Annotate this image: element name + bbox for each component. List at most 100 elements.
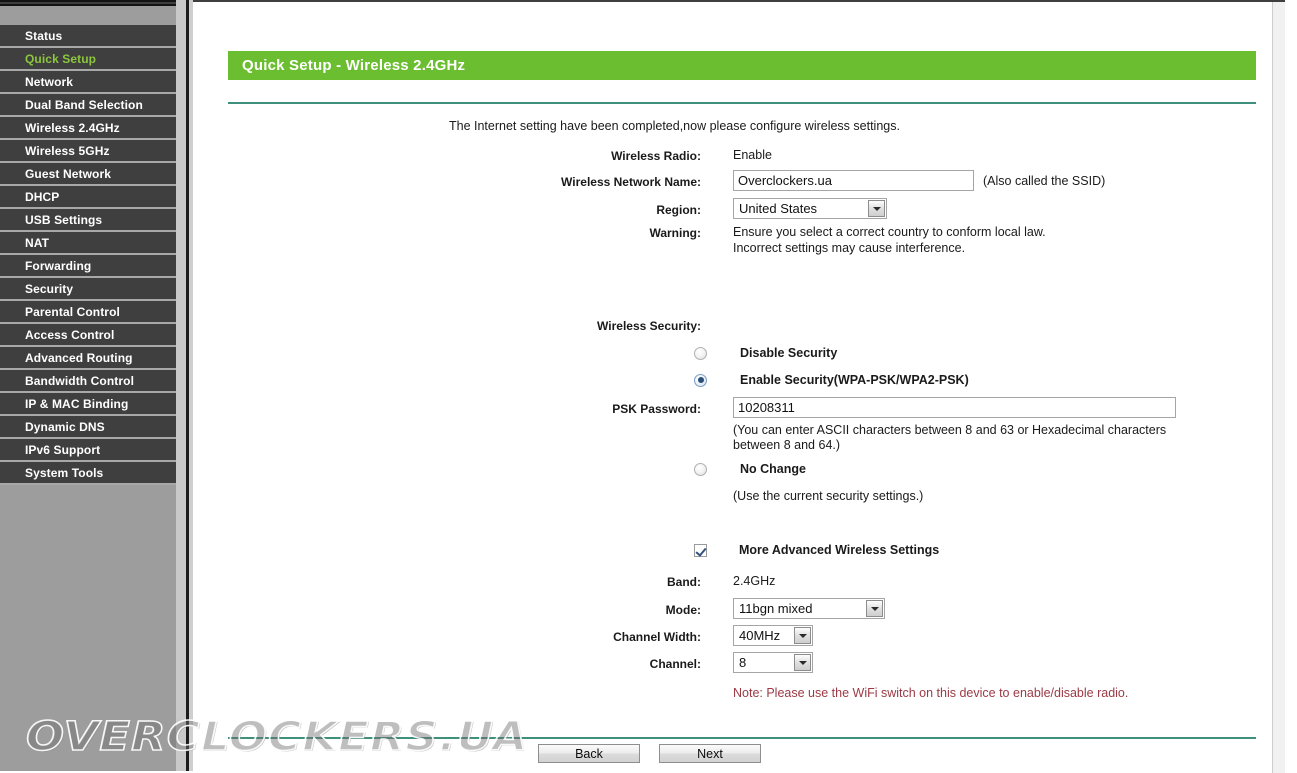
sidebar-item-system-tools[interactable]: System Tools — [0, 462, 176, 485]
intro-text: The Internet setting have been completed… — [449, 119, 900, 133]
mode-select[interactable]: 11bgn mixed — [733, 598, 885, 619]
ssid-field-group: (Also called the SSID) — [733, 170, 1105, 191]
channel-width-select-group: 40MHz — [733, 625, 813, 646]
channel-label: Channel: — [649, 656, 701, 671]
top-strip-highlight — [0, 2, 188, 4]
right-scrollbar-rail[interactable] — [1272, 2, 1285, 773]
spacer-enable — [193, 379, 694, 381]
sidebar: Status Quick Setup Network Dual Band Select… — [0, 6, 190, 771]
sidebar-item-wireless-2-4ghz[interactable]: Wireless 2.4GHz — [0, 117, 176, 140]
sidebar-item-label: DHCP — [25, 189, 60, 204]
enable-security-group: Enable Security(WPA-PSK/WPA2-PSK) — [694, 373, 969, 387]
row-enable-security: Enable Security(WPA-PSK/WPA2-PSK) — [193, 373, 1243, 387]
row-wireless-radio: Wireless Radio: Enable — [193, 147, 1243, 163]
sidebar-item-label: Advanced Routing — [25, 350, 133, 365]
row-advanced-toggle: More Advanced Wireless Settings — [193, 543, 1243, 557]
ssid-input[interactable] — [733, 170, 974, 191]
row-psk-password: PSK Password: — [193, 397, 1243, 418]
radio-no-change[interactable] — [694, 462, 707, 476]
sidebar-item-label: NAT — [25, 235, 50, 250]
sidebar-item-quick-setup[interactable]: Quick Setup — [0, 48, 176, 71]
radio-disable-security[interactable] — [694, 346, 707, 360]
sidebar-item-label: System Tools — [25, 465, 104, 480]
sidebar-item-parental-control[interactable]: Parental Control — [0, 301, 176, 324]
region-select[interactable]: United States — [733, 198, 887, 219]
sidebar-item-label: IPv6 Support — [25, 442, 101, 457]
next-button[interactable]: Next — [659, 744, 761, 763]
psk-field-group — [733, 397, 1176, 418]
disable-security-group: Disable Security — [694, 346, 837, 360]
sidebar-item-label: IP & MAC Binding — [25, 396, 129, 411]
spacer-nochange — [193, 468, 694, 470]
sidebar-item-label: Wireless 2.4GHz — [25, 120, 120, 135]
band-value: 2.4GHz — [733, 574, 776, 588]
wifi-switch-note: Note: Please use the WiFi switch on this… — [733, 686, 1129, 700]
row-mode: Mode: 11bgn mixed — [193, 598, 1243, 619]
sidebar-item-status[interactable]: Status — [0, 25, 176, 48]
sidebar-item-wireless-5ghz[interactable]: Wireless 5GHz — [0, 140, 176, 163]
wireless-radio-label: Wireless Radio: — [611, 149, 701, 163]
sidebar-item-advanced-routing[interactable]: Advanced Routing — [0, 347, 176, 370]
spacer-note — [193, 685, 701, 687]
wireless-security-label: Wireless Security: — [597, 319, 701, 333]
row-channel-width: Channel Width: 40MHz — [193, 625, 1243, 646]
row-channel: Channel: 8 — [193, 652, 1243, 673]
sidebar-item-dual-band-selection[interactable]: Dual Band Selection — [0, 94, 176, 117]
sidebar-item-bandwidth-control[interactable]: Bandwidth Control — [0, 370, 176, 393]
region-select-group: United States — [733, 198, 887, 219]
enable-security-label: Enable Security(WPA-PSK/WPA2-PSK) — [740, 373, 969, 387]
sidebar-item-label: Security — [25, 281, 74, 296]
sidebar-item-ipv6-support[interactable]: IPv6 Support — [0, 439, 176, 462]
sidebar-item-dynamic-dns[interactable]: Dynamic DNS — [0, 416, 176, 439]
row-wireless-security: Wireless Security: — [193, 317, 1243, 333]
sidebar-item-label: Bandwidth Control — [25, 373, 135, 388]
disable-security-label: Disable Security — [740, 346, 838, 360]
no-change-group: No Change — [694, 462, 806, 476]
row-no-change: No Change — [193, 462, 1243, 476]
page-title: Quick Setup - Wireless 2.4GHz — [242, 57, 466, 74]
row-region: Region: United States — [193, 198, 1243, 219]
chevron-down-icon — [868, 200, 885, 217]
sidebar-item-access-control[interactable]: Access Control — [0, 324, 176, 347]
sidebar-item-guest-network[interactable]: Guest Network — [0, 163, 176, 186]
sidebar-item-ip-mac-binding[interactable]: IP & MAC Binding — [0, 393, 176, 416]
more-advanced-wireless-settings-checkbox[interactable] — [694, 543, 707, 557]
sidebar-item-security[interactable]: Security — [0, 278, 176, 301]
mode-select-group: 11bgn mixed — [733, 598, 885, 619]
spacer-disable — [193, 352, 694, 354]
chevron-down-icon — [866, 600, 883, 617]
sidebar-item-network[interactable]: Network — [0, 71, 176, 94]
band-label: Band: — [667, 575, 701, 589]
row-band: Band: 2.4GHz — [193, 573, 1243, 589]
mode-label: Mode: — [665, 602, 701, 617]
sidebar-item-label: Guest Network — [25, 166, 111, 181]
back-button[interactable]: Back — [538, 744, 640, 763]
psk-password-input[interactable] — [733, 397, 1176, 418]
footer-buttons: Back Next — [538, 744, 761, 763]
sidebar-item-label: Network — [25, 74, 74, 89]
row-warning: Warning: Ensure you select a correct cou… — [193, 224, 1243, 256]
spacer-advanced — [193, 549, 694, 551]
page-title-bar: Quick Setup - Wireless 2.4GHz — [228, 51, 1256, 80]
psk-hint-line-2: between 8 and 64.) — [733, 438, 841, 452]
sidebar-nav: Status Quick Setup Network Dual Band Select… — [0, 25, 176, 485]
row-no-change-hint: (Use the current security settings.) — [193, 489, 1243, 504]
chevron-down-icon — [794, 654, 811, 671]
channel-width-select[interactable]: 40MHz — [733, 625, 813, 646]
content-panel: Quick Setup - Wireless 2.4GHz The Intern… — [193, 0, 1285, 773]
title-divider — [228, 102, 1256, 104]
channel-select[interactable]: 8 — [733, 652, 813, 673]
bottom-divider — [228, 737, 1256, 739]
sidebar-item-nat[interactable]: NAT — [0, 232, 176, 255]
radio-enable-security[interactable] — [694, 373, 707, 387]
psk-password-label: PSK Password: — [612, 401, 701, 416]
sidebar-item-dhcp[interactable]: DHCP — [0, 186, 176, 209]
sidebar-item-forwarding[interactable]: Forwarding — [0, 255, 176, 278]
sidebar-item-usb-settings[interactable]: USB Settings — [0, 209, 176, 232]
channel-width-select-value: 40MHz — [739, 627, 781, 643]
sidebar-item-label: Dual Band Selection — [25, 97, 143, 112]
warning-label: Warning: — [649, 226, 701, 240]
sidebar-item-label: Quick Setup — [25, 51, 97, 66]
spacer-psk-hint — [193, 423, 701, 425]
warning-line-2: Incorrect settings may cause interferenc… — [733, 241, 966, 255]
